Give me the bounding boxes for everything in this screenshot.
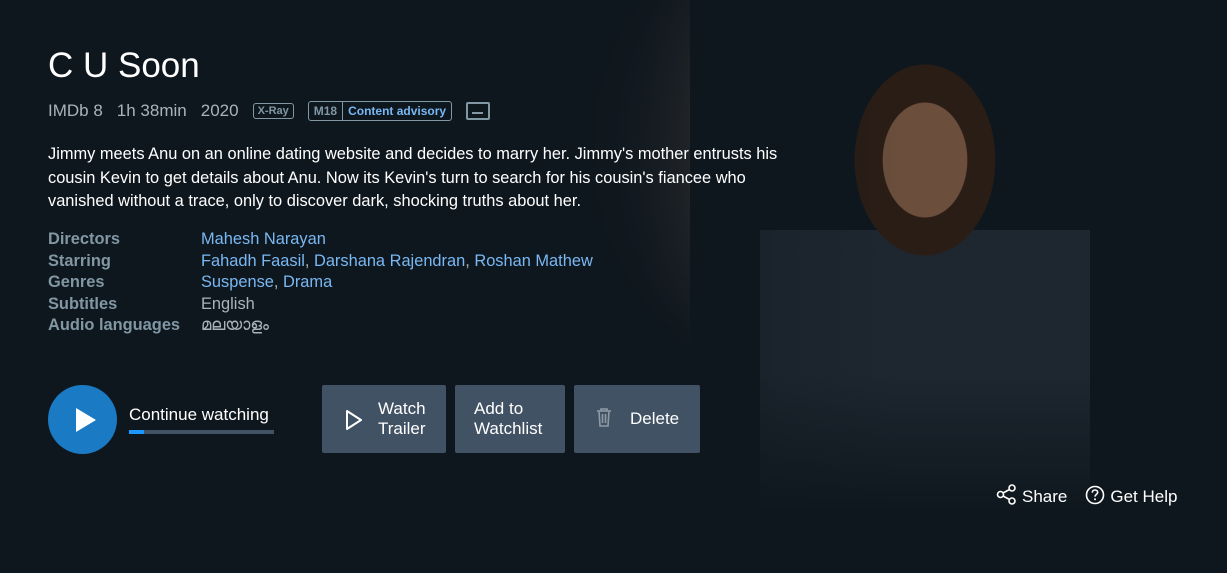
play-outline-icon	[346, 410, 362, 430]
starring-row: Starring Fahadh Faasil, Darshana Rajendr…	[48, 251, 593, 273]
runtime: 1h 38min	[116, 101, 187, 120]
watch-trailer-button[interactable]: Watch Trailer	[322, 385, 446, 453]
add-to-watchlist-button[interactable]: Add to Watchlist	[455, 385, 565, 453]
continue-watching-label[interactable]: Continue watching	[129, 405, 269, 425]
watch-trailer-label: Watch Trailer	[378, 399, 426, 438]
help-icon	[1085, 485, 1105, 510]
subtitles-icon	[466, 102, 491, 120]
trash-icon	[596, 407, 612, 432]
director-link[interactable]: Mahesh Narayan	[201, 230, 326, 248]
watch-progress-fill	[129, 430, 144, 434]
cast-link[interactable]: Roshan Mathew	[474, 252, 592, 270]
page-title: C U Soon	[48, 46, 200, 85]
maturity-rating-badge: M18 Content advisory	[307, 101, 453, 121]
subtitles-label: Subtitles	[48, 294, 118, 313]
add-to-watchlist-label: Add to Watchlist	[474, 399, 543, 438]
get-help-link[interactable]: Get Help	[1085, 485, 1177, 510]
footer-links: Share Get Help	[996, 484, 1177, 510]
details-list: Directors Mahesh Narayan Starring Fahadh…	[48, 229, 593, 337]
get-help-label: Get Help	[1110, 487, 1178, 506]
genres-label: Genres	[48, 273, 105, 291]
audio-languages-value: മലയാളം	[201, 316, 269, 334]
meta-row: IMDb 8 1h 38min 2020 X-Ray M18 Content a…	[48, 101, 491, 121]
cast-link[interactable]: Fahadh Faasil	[201, 252, 305, 270]
watch-progress-bar	[129, 430, 274, 434]
maturity-rating: M18	[309, 102, 344, 120]
share-link[interactable]: Share	[996, 484, 1067, 510]
directors-label: Directors	[48, 230, 120, 248]
genres-row: Genres Suspense, Drama	[48, 272, 593, 294]
genre-link[interactable]: Suspense	[201, 273, 274, 291]
imdb-rating: IMDb 8	[48, 101, 103, 120]
subtitles-value: English	[201, 294, 255, 313]
delete-label: Delete	[630, 409, 680, 428]
play-button[interactable]	[48, 385, 117, 454]
xray-badge: X-Ray	[252, 103, 294, 119]
audio-languages-label: Audio languages	[48, 316, 181, 334]
starring-label: Starring	[48, 251, 111, 270]
delete-button[interactable]: Delete	[574, 385, 700, 453]
share-icon	[996, 484, 1017, 510]
genre-link[interactable]: Drama	[283, 273, 332, 291]
cast-link[interactable]: Darshana Rajendran	[314, 252, 465, 270]
subtitles-row: Subtitles English	[48, 294, 593, 316]
content-advisory-link[interactable]: Content advisory	[343, 102, 451, 120]
share-label: Share	[1022, 487, 1068, 506]
directors-row: Directors Mahesh Narayan	[48, 229, 593, 251]
audio-languages-row: Audio languages മലയാളം	[48, 315, 593, 337]
release-year: 2020	[200, 101, 239, 120]
synopsis: Jimmy meets Anu on an online dating webs…	[48, 145, 778, 210]
